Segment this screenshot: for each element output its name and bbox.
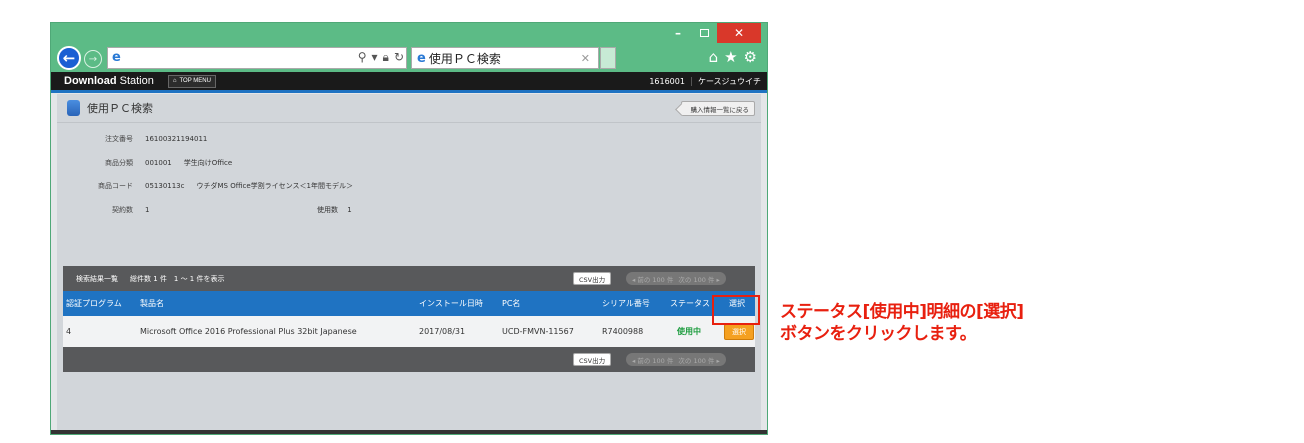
select-button[interactable]: 選択: [724, 324, 754, 340]
table-header: 認証プログラム 製品名 インストール日時 PC名 シリアル番号 ステータス 選択: [63, 291, 755, 316]
results-count: 総件数 1 件 1 ～ 1 件を表示: [130, 274, 225, 283]
close-button[interactable]: ✕: [717, 23, 761, 43]
product-name: ウチダMS Office学割ライセンス＜1年間モデル＞: [196, 182, 353, 190]
home-icon[interactable]: ⌂: [709, 48, 719, 66]
new-tab-button[interactable]: [600, 47, 616, 69]
prev-page-button[interactable]: ◂ 前の 100 件: [632, 274, 673, 284]
home-icon: ⌂: [172, 78, 177, 84]
browser-tab[interactable]: e 使用ＰＣ検索 ✕: [411, 47, 599, 69]
database-icon: [67, 100, 80, 116]
col-status[interactable]: ステータス: [670, 291, 710, 316]
tab-title: 使用ＰＣ検索: [428, 51, 501, 66]
results-header: 検索結果一覧 総件数 1 件 1 ～ 1 件を表示 CSV出力 ◂ 前の 100…: [63, 266, 755, 291]
cell-serial: R7400988: [602, 327, 644, 336]
dropdown-icon[interactable]: ▾: [372, 50, 378, 65]
pager-bottom: ◂ 前の 100 件 次の 100 件 ▸: [626, 353, 726, 366]
select-button-highlight: [712, 295, 760, 325]
window-controls: – ✕: [665, 23, 761, 43]
used-count: 使用数 1: [317, 206, 352, 214]
minimize-button[interactable]: –: [665, 23, 691, 43]
navigation-bar: ← → e ⚲ ▾ 🔒︎ ↻ e 使用ＰＣ検索 ✕ ⌂ ★ ⚙: [51, 46, 767, 70]
page-title-row: 使用ＰＣ検索 購入情報一覧に戻る: [57, 94, 761, 123]
col-product[interactable]: 製品名: [140, 291, 164, 316]
col-pc-name[interactable]: PC名: [502, 291, 520, 316]
web-page: Download Station ⌂ TOP MENU 1616001 ケースジュ…: [51, 72, 767, 434]
table-row: 4 Microsoft Office 2016 Professional Plu…: [63, 316, 755, 347]
csv-export-button-bottom[interactable]: CSV出力: [573, 353, 612, 366]
product-code-label: 商品コード: [98, 182, 133, 190]
ie-logo-icon: e: [112, 50, 121, 65]
back-arrow-icon[interactable]: ←: [57, 46, 81, 70]
ie-logo-icon: e: [417, 50, 426, 66]
contracts-value: 1: [145, 206, 150, 214]
order-no: 16100321194011: [145, 135, 208, 143]
main-content: 使用ＰＣ検索 購入情報一覧に戻る 注文番号 16100321194011 商品分…: [57, 94, 761, 434]
browser-tools: ⌂ ★ ⚙: [709, 48, 757, 66]
address-bar[interactable]: e ⚲ ▾ 🔒︎ ↻: [107, 47, 407, 69]
app-header: Download Station ⌂ TOP MENU 1616001 ケースジュ…: [51, 72, 767, 90]
page-title: 使用ＰＣ検索: [87, 102, 153, 115]
product-code: 05130113c: [145, 182, 185, 190]
user-name: ケースジュウイチ: [697, 76, 761, 86]
results-footer: CSV出力 ◂ 前の 100 件 次の 100 件 ▸: [63, 347, 755, 372]
order-no-label: 注文番号: [105, 135, 133, 143]
header-divider: [51, 90, 767, 93]
bottom-strip: [51, 430, 767, 434]
cell-product: Microsoft Office 2016 Professional Plus …: [140, 327, 357, 336]
gear-icon[interactable]: ⚙: [744, 48, 757, 66]
status-badge: 使用中: [677, 327, 701, 336]
category-name: 学生向けOffice: [183, 159, 233, 167]
close-tab-icon[interactable]: ✕: [581, 52, 590, 65]
maximize-button[interactable]: [691, 23, 717, 43]
category-code: 001001: [145, 159, 172, 167]
instruction-line-2: ボタンをクリックします。: [780, 324, 977, 344]
refresh-icon[interactable]: ↻: [394, 50, 404, 65]
col-serial[interactable]: シリアル番号: [602, 291, 650, 316]
prev-page-button[interactable]: ◂ 前の 100 件: [632, 355, 673, 365]
instruction-callout: ステータス[使用中]明細の[選択] ボタンをクリックします。: [780, 301, 1024, 345]
browser-window: – ✕ ← → e ⚲ ▾ 🔒︎ ↻ e 使用ＰＣ検索 ✕ ⌂ ★ ⚙ Down…: [50, 22, 768, 435]
search-icon[interactable]: ⚲: [358, 50, 367, 65]
cell-program: 4: [66, 327, 72, 336]
next-page-button[interactable]: 次の 100 件 ▸: [678, 355, 719, 365]
csv-export-button[interactable]: CSV出力: [573, 272, 612, 285]
col-install-date[interactable]: インストール日時: [419, 291, 483, 316]
top-menu-button[interactable]: ⌂ TOP MENU: [167, 74, 216, 88]
instruction-line-1: ステータス[使用中]明細の[選択]: [780, 302, 1024, 322]
forward-arrow-icon[interactable]: →: [84, 50, 102, 68]
back-to-purchases-button[interactable]: 購入情報一覧に戻る: [680, 101, 755, 116]
maximize-icon: [699, 29, 709, 37]
next-page-button[interactable]: 次の 100 件 ▸: [678, 274, 719, 284]
category-label: 商品分類: [105, 159, 133, 167]
contracts-label: 契約数: [112, 206, 133, 214]
col-program[interactable]: 認証プログラム: [66, 291, 122, 316]
cell-pc-name: UCD-FMVN-11567: [502, 327, 574, 336]
results-caption: 検索結果一覧: [76, 274, 118, 283]
cell-install-date: 2017/08/31: [419, 327, 466, 336]
star-icon[interactable]: ★: [724, 48, 737, 66]
account-id: 1616001: [643, 76, 692, 86]
lock-icon: 🔒︎: [382, 50, 389, 64]
brand-logo[interactable]: Download Station: [64, 75, 154, 87]
pager: ◂ 前の 100 件 次の 100 件 ▸: [626, 272, 726, 285]
